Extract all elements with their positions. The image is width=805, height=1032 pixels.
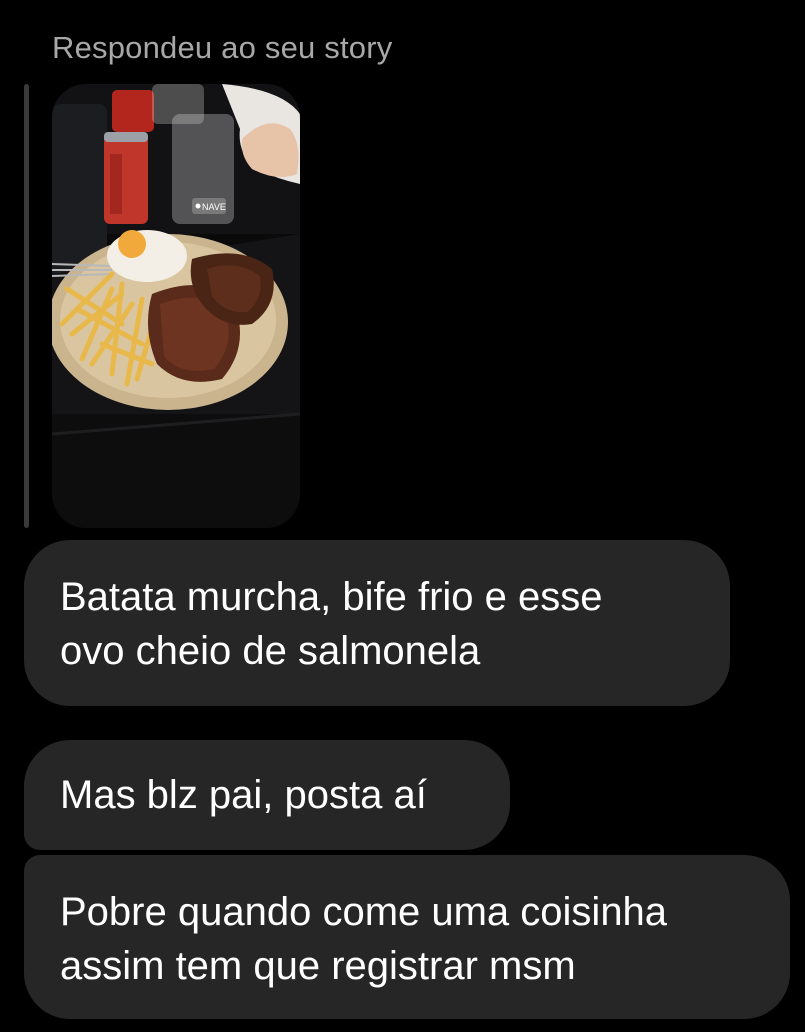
location-sticker-label: NAVE bbox=[202, 202, 226, 212]
message-bubble[interactable]: Batata murcha, bife frio e esse ovo chei… bbox=[24, 540, 730, 706]
story-thumbnail[interactable]: NAVE bbox=[52, 84, 300, 528]
story-reply-label: Respondeu ao seu story bbox=[52, 30, 393, 65]
story-photo: NAVE bbox=[52, 84, 300, 528]
reply-indicator-bar bbox=[24, 84, 29, 528]
message-bubble[interactable]: Pobre quando come uma coisinha assim tem… bbox=[24, 855, 790, 1019]
message-bubble[interactable]: Mas blz pai, posta aí bbox=[24, 740, 510, 850]
